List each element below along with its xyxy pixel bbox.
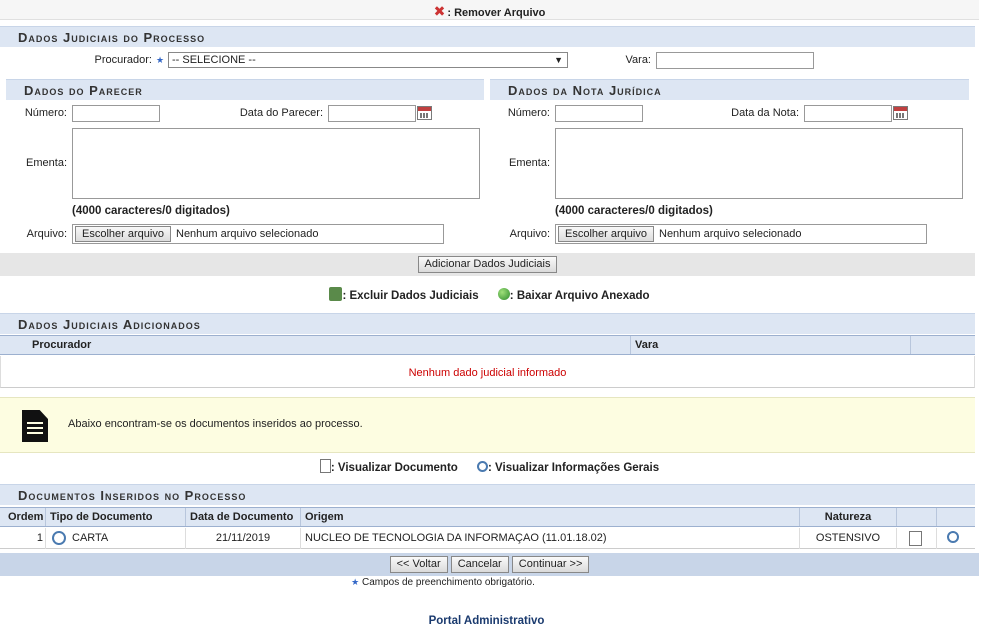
- procurador-selected-value: -- SELECIONE --: [172, 54, 256, 66]
- parecer-file-status: Nenhum arquivo selecionado: [176, 228, 319, 240]
- nota-data-input[interactable]: [804, 105, 892, 122]
- parecer-file-input[interactable]: Escolher arquivo Nenhum arquivo selecion…: [72, 224, 444, 244]
- parecer-arquivo-label: Arquivo:: [26, 228, 67, 240]
- row-tipo: CARTA: [72, 532, 109, 544]
- navigation-bar: << Voltar Cancelar Continuar >>: [0, 553, 979, 576]
- parecer-data-label: Data do Parecer:: [239, 107, 323, 119]
- visualizar-informacoes-legend-label: : Visualizar Informações Gerais: [488, 462, 660, 474]
- row-natureza: OSTENSIVO: [815, 532, 881, 544]
- view-document-icon[interactable]: [909, 531, 922, 546]
- col-origem: Origem: [305, 511, 344, 523]
- legend-documentos: : Visualizar Documento : Visualizar Info…: [0, 459, 979, 474]
- remove-icon: ✖: [433, 3, 446, 19]
- col-data-documento: Data de Documento: [190, 511, 294, 523]
- required-star-icon: ★: [351, 577, 360, 587]
- nota-numero-label: Número:: [507, 107, 550, 119]
- col-natureza: Natureza: [824, 511, 872, 523]
- required-star-icon: ★: [156, 55, 165, 65]
- info-text: Abaixo encontram-se os documentos inseri…: [68, 418, 363, 430]
- trash-icon: [329, 287, 343, 301]
- parecer-char-counter: (4000 caracteres/0 digitados): [72, 205, 230, 217]
- baixar-legend-label: : Baixar Arquivo Anexado: [509, 290, 650, 302]
- documentos-table-header: Ordem Tipo de Documento Data de Document…: [0, 507, 975, 527]
- nota-numero-input[interactable]: [555, 105, 643, 122]
- adicionados-empty-row: Nenhum dado judicial informado: [0, 356, 975, 388]
- nota-file-input[interactable]: Escolher arquivo Nenhum arquivo selecion…: [555, 224, 927, 244]
- nota-data-label: Data da Nota:: [731, 107, 799, 119]
- dropdown-arrow-icon: ▼: [554, 55, 563, 65]
- globe-icon: [497, 288, 510, 300]
- parecer-numero-input[interactable]: [72, 105, 160, 122]
- parecer-choose-file-button[interactable]: Escolher arquivo: [75, 226, 171, 242]
- remove-file-legend: ✖: Remover Arquivo: [0, 0, 979, 20]
- required-note: ★ Campos de preenchimento obrigatório.: [0, 577, 886, 588]
- cancelar-button[interactable]: Cancelar: [450, 556, 509, 573]
- row-ordem: 1: [36, 532, 43, 544]
- nota-ementa-textarea[interactable]: [555, 128, 963, 199]
- visualizar-documento-legend-label: : Visualizar Documento: [330, 462, 458, 474]
- nota-char-counter: (4000 caracteres/0 digitados): [555, 205, 713, 217]
- procurador-label: Procurador:: [94, 54, 152, 66]
- col-vara: Vara: [635, 339, 659, 351]
- col-ordem: Ordem: [8, 511, 44, 523]
- paperclip-icon: [49, 528, 69, 548]
- row-data: 21/11/2019: [215, 532, 271, 544]
- parecer-data-input[interactable]: [328, 105, 416, 122]
- excluir-legend-label: : Excluir Dados Judiciais: [342, 290, 479, 302]
- magnifier-icon: [477, 461, 489, 472]
- section-documentos-inseridos: Documentos Inseridos no Processo: [0, 484, 975, 505]
- legend-dados-judiciais: : Excluir Dados Judiciais : Baixar Arqui…: [0, 287, 979, 302]
- voltar-button[interactable]: << Voltar: [389, 556, 448, 573]
- nota-choose-file-button[interactable]: Escolher arquivo: [558, 226, 654, 242]
- calendar-icon[interactable]: [417, 106, 432, 120]
- document-icon: [22, 410, 48, 442]
- nota-file-status: Nenhum arquivo selecionado: [659, 228, 802, 240]
- parecer-numero-label: Número:: [24, 107, 67, 119]
- page-icon: [319, 459, 331, 473]
- row-origem: NUCLEO DE TECNOLOGIA DA INFORMAÇAO (11.0…: [305, 532, 607, 544]
- col-tipo-documento: Tipo de Documento: [50, 511, 153, 523]
- remove-file-label: : Remover Arquivo: [447, 7, 546, 19]
- table-row: 1 CARTA 21/11/2019 NUCLEO DE TECNOLOGIA …: [0, 528, 975, 549]
- continuar-button[interactable]: Continuar >>: [511, 556, 590, 573]
- procurador-select[interactable]: -- SELECIONE -- ▼: [168, 52, 568, 68]
- section-dados-judiciais-adicionados: Dados Judiciais Adicionados: [0, 313, 975, 334]
- section-dados-judiciais-processo: Dados Judiciais do Processo: [0, 26, 975, 47]
- parecer-ementa-textarea[interactable]: [72, 128, 480, 199]
- vara-label: Vara:: [625, 54, 651, 66]
- footer-portal-link[interactable]: Portal Administrativo: [0, 615, 973, 627]
- info-box: Abaixo encontram-se os documentos inseri…: [0, 397, 975, 453]
- view-info-magnifier-icon[interactable]: [947, 531, 959, 543]
- nota-arquivo-label: Arquivo:: [509, 228, 550, 240]
- adicionados-table-header: Procurador Vara: [0, 335, 975, 355]
- calendar-icon[interactable]: [893, 106, 908, 120]
- add-button-bar: Adicionar Dados Judiciais: [0, 253, 975, 276]
- nota-ementa-label: Ementa:: [509, 157, 550, 169]
- section-dados-parecer: Dados do Parecer: [6, 79, 484, 100]
- parecer-ementa-label: Ementa:: [26, 157, 67, 169]
- required-note-text: Campos de preenchimento obrigatório.: [361, 577, 535, 588]
- adicionar-dados-judiciais-button[interactable]: Adicionar Dados Judiciais: [417, 256, 558, 273]
- vara-input[interactable]: [656, 52, 814, 69]
- col-procurador: Procurador: [32, 339, 92, 351]
- section-dados-nota-juridica: Dados da Nota Jurídica: [490, 79, 969, 100]
